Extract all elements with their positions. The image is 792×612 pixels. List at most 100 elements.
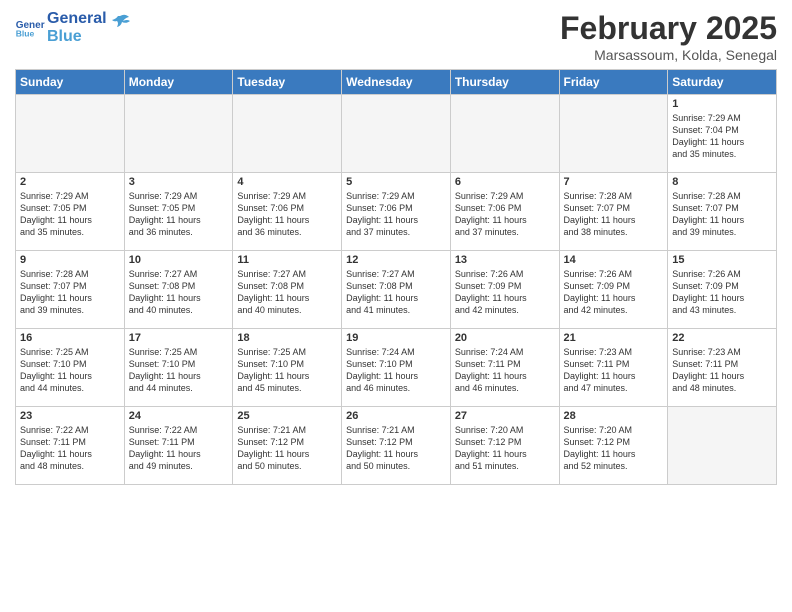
- day-number: 12: [346, 254, 446, 266]
- col-thursday: Thursday: [450, 70, 559, 95]
- day-number: 1: [672, 98, 772, 110]
- day-cell: 10 Sunrise: 7:27 AM Sunset: 7:08 PM Dayli…: [124, 251, 233, 329]
- calendar-table: Sunday Monday Tuesday Wednesday Thursday…: [15, 69, 777, 485]
- day-number: 2: [20, 176, 120, 188]
- day-cell: 4 Sunrise: 7:29 AM Sunset: 7:06 PM Daylig…: [233, 173, 342, 251]
- day-cell: 9Sunrise: 7:28 AM Sunset: 7:07 PM Daylig…: [16, 251, 125, 329]
- day-info: Sunrise: 7:25 AM Sunset: 7:10 PM Dayligh…: [129, 346, 229, 395]
- day-number: 26: [346, 410, 446, 422]
- calendar-header-row: Sunday Monday Tuesday Wednesday Thursday…: [16, 70, 777, 95]
- day-cell: [233, 95, 342, 173]
- day-cell: 20 Sunrise: 7:24 AM Sunset: 7:11 PM Dayli…: [450, 329, 559, 407]
- day-number: 9: [20, 254, 120, 266]
- day-cell: 14 Sunrise: 7:26 AM Sunset: 7:09 PM Dayli…: [559, 251, 668, 329]
- day-cell: [450, 95, 559, 173]
- day-info: Sunrise: 7:24 AM Sunset: 7:10 PM Dayligh…: [346, 346, 446, 395]
- day-cell: 13 Sunrise: 7:26 AM Sunset: 7:09 PM Dayli…: [450, 251, 559, 329]
- day-number: 13: [455, 254, 555, 266]
- day-info: Sunrise: 7:26 AM Sunset: 7:09 PM Dayligh…: [564, 268, 664, 317]
- day-info: Sunrise: 7:22 AM Sunset: 7:11 PM Dayligh…: [129, 424, 229, 473]
- day-number: 18: [237, 332, 337, 344]
- day-info: Sunrise: 7:29 AM Sunset: 7:06 PM Dayligh…: [455, 190, 555, 239]
- day-info: Sunrise: 7:26 AM Sunset: 7:09 PM Dayligh…: [455, 268, 555, 317]
- day-cell: [559, 95, 668, 173]
- week-row-2: 9Sunrise: 7:28 AM Sunset: 7:07 PM Daylig…: [16, 251, 777, 329]
- day-cell: [16, 95, 125, 173]
- col-monday: Monday: [124, 70, 233, 95]
- day-number: 27: [455, 410, 555, 422]
- week-row-1: 2 Sunrise: 7:29 AM Sunset: 7:05 PM Daylig…: [16, 173, 777, 251]
- day-cell: 15 Sunrise: 7:26 AM Sunset: 7:09 PM Dayli…: [668, 251, 777, 329]
- svg-text:Blue: Blue: [16, 28, 35, 37]
- day-number: 10: [129, 254, 229, 266]
- day-info: Sunrise: 7:25 AM Sunset: 7:10 PM Dayligh…: [237, 346, 337, 395]
- day-info: Sunrise: 7:27 AM Sunset: 7:08 PM Dayligh…: [237, 268, 337, 317]
- day-info: Sunrise: 7:23 AM Sunset: 7:11 PM Dayligh…: [672, 346, 772, 395]
- week-row-3: 16 Sunrise: 7:25 AM Sunset: 7:10 PM Dayli…: [16, 329, 777, 407]
- day-cell: 3 Sunrise: 7:29 AM Sunset: 7:05 PM Daylig…: [124, 173, 233, 251]
- day-cell: 27 Sunrise: 7:20 AM Sunset: 7:12 PM Dayli…: [450, 407, 559, 485]
- day-number: 17: [129, 332, 229, 344]
- day-info: Sunrise: 7:20 AM Sunset: 7:12 PM Dayligh…: [564, 424, 664, 473]
- day-cell: 19Sunrise: 7:24 AM Sunset: 7:10 PM Dayli…: [342, 329, 451, 407]
- day-cell: [342, 95, 451, 173]
- day-info: Sunrise: 7:26 AM Sunset: 7:09 PM Dayligh…: [672, 268, 772, 317]
- day-info: Sunrise: 7:29 AM Sunset: 7:06 PM Dayligh…: [346, 190, 446, 239]
- col-friday: Friday: [559, 70, 668, 95]
- page-container: General Blue General Blue February 2025 …: [0, 0, 792, 495]
- day-number: 20: [455, 332, 555, 344]
- day-cell: 6 Sunrise: 7:29 AM Sunset: 7:06 PM Daylig…: [450, 173, 559, 251]
- day-info: Sunrise: 7:20 AM Sunset: 7:12 PM Dayligh…: [455, 424, 555, 473]
- day-number: 22: [672, 332, 772, 344]
- day-number: 16: [20, 332, 120, 344]
- day-cell: 5Sunrise: 7:29 AM Sunset: 7:06 PM Daylig…: [342, 173, 451, 251]
- day-cell: 7 Sunrise: 7:28 AM Sunset: 7:07 PM Daylig…: [559, 173, 668, 251]
- day-cell: 26 Sunrise: 7:21 AM Sunset: 7:12 PM Dayli…: [342, 407, 451, 485]
- day-info: Sunrise: 7:21 AM Sunset: 7:12 PM Dayligh…: [237, 424, 337, 473]
- col-wednesday: Wednesday: [342, 70, 451, 95]
- logo-text-blue: Blue: [47, 28, 107, 46]
- day-info: Sunrise: 7:28 AM Sunset: 7:07 PM Dayligh…: [564, 190, 664, 239]
- day-info: Sunrise: 7:24 AM Sunset: 7:11 PM Dayligh…: [455, 346, 555, 395]
- day-cell: [124, 95, 233, 173]
- logo: General Blue General Blue: [15, 10, 131, 45]
- day-number: 11: [237, 254, 337, 266]
- day-info: Sunrise: 7:22 AM Sunset: 7:11 PM Dayligh…: [20, 424, 120, 473]
- day-cell: 23 Sunrise: 7:22 AM Sunset: 7:11 PM Dayli…: [16, 407, 125, 485]
- day-cell: 28Sunrise: 7:20 AM Sunset: 7:12 PM Dayli…: [559, 407, 668, 485]
- logo-icon: General Blue: [15, 18, 45, 38]
- col-tuesday: Tuesday: [233, 70, 342, 95]
- day-number: 4: [237, 176, 337, 188]
- day-number: 8: [672, 176, 772, 188]
- day-info: Sunrise: 7:29 AM Sunset: 7:06 PM Dayligh…: [237, 190, 337, 239]
- day-cell: 25Sunrise: 7:21 AM Sunset: 7:12 PM Dayli…: [233, 407, 342, 485]
- day-cell: 21 Sunrise: 7:23 AM Sunset: 7:11 PM Dayli…: [559, 329, 668, 407]
- day-info: Sunrise: 7:21 AM Sunset: 7:12 PM Dayligh…: [346, 424, 446, 473]
- day-info: Sunrise: 7:29 AM Sunset: 7:04 PM Dayligh…: [672, 112, 772, 161]
- month-title: February 2025: [560, 10, 777, 47]
- day-cell: 22 Sunrise: 7:23 AM Sunset: 7:11 PM Dayli…: [668, 329, 777, 407]
- day-cell: 8Sunrise: 7:28 AM Sunset: 7:07 PM Daylig…: [668, 173, 777, 251]
- day-number: 21: [564, 332, 664, 344]
- day-number: 7: [564, 176, 664, 188]
- day-cell: 18 Sunrise: 7:25 AM Sunset: 7:10 PM Dayli…: [233, 329, 342, 407]
- day-cell: 12Sunrise: 7:27 AM Sunset: 7:08 PM Dayli…: [342, 251, 451, 329]
- day-number: 15: [672, 254, 772, 266]
- day-cell: 1 Sunrise: 7:29 AM Sunset: 7:04 PM Daylig…: [668, 95, 777, 173]
- week-row-0: 1 Sunrise: 7:29 AM Sunset: 7:04 PM Daylig…: [16, 95, 777, 173]
- day-info: Sunrise: 7:29 AM Sunset: 7:05 PM Dayligh…: [129, 190, 229, 239]
- day-info: Sunrise: 7:23 AM Sunset: 7:11 PM Dayligh…: [564, 346, 664, 395]
- day-number: 23: [20, 410, 120, 422]
- col-sunday: Sunday: [16, 70, 125, 95]
- day-number: 3: [129, 176, 229, 188]
- day-number: 6: [455, 176, 555, 188]
- location-subtitle: Marsassoum, Kolda, Senegal: [560, 47, 777, 63]
- day-number: 14: [564, 254, 664, 266]
- day-cell: 17 Sunrise: 7:25 AM Sunset: 7:10 PM Dayli…: [124, 329, 233, 407]
- day-info: Sunrise: 7:29 AM Sunset: 7:05 PM Dayligh…: [20, 190, 120, 239]
- day-info: Sunrise: 7:27 AM Sunset: 7:08 PM Dayligh…: [129, 268, 229, 317]
- title-block: February 2025 Marsassoum, Kolda, Senegal: [560, 10, 777, 63]
- col-saturday: Saturday: [668, 70, 777, 95]
- day-cell: 24Sunrise: 7:22 AM Sunset: 7:11 PM Dayli…: [124, 407, 233, 485]
- day-cell: 16Sunrise: 7:25 AM Sunset: 7:10 PM Dayli…: [16, 329, 125, 407]
